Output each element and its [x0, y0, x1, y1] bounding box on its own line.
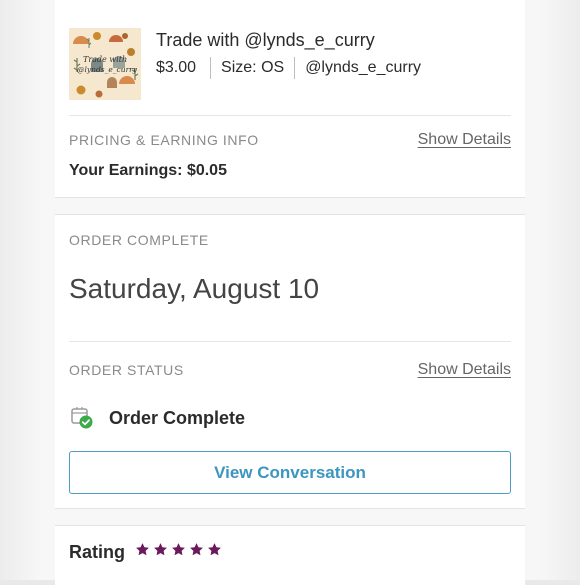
- order-status-row: Order Complete: [69, 405, 245, 431]
- star-icon: [154, 543, 167, 556]
- order-show-details-link[interactable]: Show Details: [418, 361, 511, 379]
- meta-divider: [294, 57, 296, 79]
- star-icon: [172, 543, 185, 556]
- item-price: $3.00: [156, 59, 197, 76]
- order-status-text: Order Complete: [109, 407, 246, 428]
- item-seller[interactable]: @lynds_e_curry: [305, 59, 421, 77]
- order-status-label: ORDER STATUS: [69, 362, 184, 378]
- pricing-show-details-link[interactable]: Show Details: [418, 131, 511, 149]
- item-meta-row: $3.00 Size: OS @lynds_e_curry: [156, 57, 421, 79]
- order-date: Saturday, August 10: [69, 273, 320, 304]
- thumbnail-text-line1: Trade with: [83, 55, 127, 64]
- meta-divider: [210, 57, 212, 79]
- view-conversation-button[interactable]: View Conversation: [69, 451, 511, 494]
- item-thumbnail[interactable]: Trade with @lynds_e_curry: [69, 28, 141, 100]
- star-icon: [136, 543, 149, 556]
- section-divider: [69, 341, 511, 342]
- item-card: Trade with @lynds_e_curry Trade with @ly…: [55, 0, 525, 198]
- package-check-icon: [69, 405, 95, 431]
- rating-stars: [135, 542, 225, 562]
- section-divider: [69, 115, 511, 116]
- thumbnail-text-line2: @lynds_e_curry: [77, 65, 138, 74]
- star-icon: [208, 543, 221, 556]
- item-size: Size: OS: [221, 59, 285, 76]
- thumbnail-pattern: Trade with @lynds_e_curry: [69, 28, 141, 100]
- rating-card: Rating: [55, 525, 525, 585]
- rating-label: Rating: [69, 541, 125, 562]
- order-card: ORDER COMPLETE Saturday, August 10 ORDER…: [55, 214, 525, 509]
- item-title[interactable]: Trade with @lynds_e_curry: [156, 30, 375, 51]
- rating-row: Rating: [69, 540, 225, 564]
- star-icon: [190, 543, 203, 556]
- your-earnings: Your Earnings: $0.05: [69, 162, 227, 179]
- order-complete-label: ORDER COMPLETE: [69, 232, 209, 248]
- order-details-page: Trade with @lynds_e_curry Trade with @ly…: [0, 0, 580, 585]
- pricing-section-label: PRICING & EARNING INFO: [69, 132, 259, 148]
